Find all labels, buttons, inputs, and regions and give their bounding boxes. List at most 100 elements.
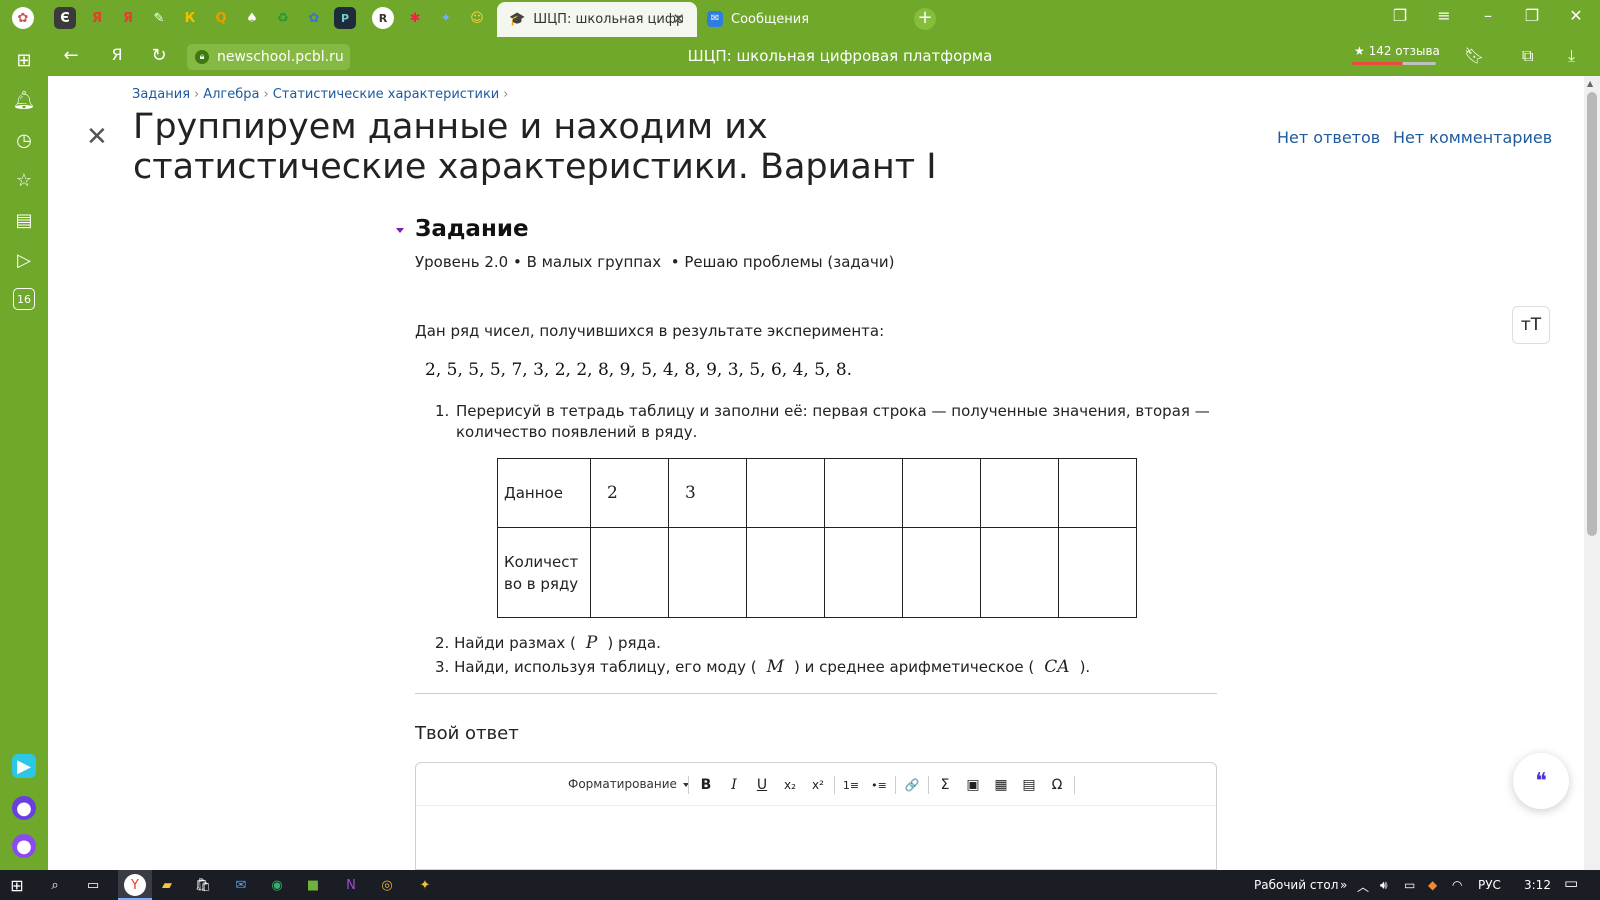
list-item-text: Найди, используя таблицу, его моду ( xyxy=(454,658,757,676)
breadcrumb-item[interactable]: Алгебра xyxy=(203,87,259,102)
tray-expand-icon[interactable]: ︿ xyxy=(1357,878,1369,895)
store-icon[interactable]: 🛍︎ xyxy=(192,874,214,896)
number-series: 2, 5, 5, 5, 7, 3, 2, 2, 8, 9, 5, 4, 8, 9… xyxy=(425,360,853,380)
tab-messages[interactable]: ✉ Сообщения xyxy=(707,5,897,33)
fox-app-icon[interactable]: ◆ xyxy=(1428,878,1437,892)
calendar-icon[interactable]: 16 xyxy=(13,288,35,310)
start-windows-icon[interactable]: ⊞ xyxy=(6,874,28,896)
pinned-tab-flower-icon[interactable]: ✿ xyxy=(303,7,325,29)
pinned-tab-r-icon[interactable]: R xyxy=(372,7,394,29)
numbered-list-button[interactable]: 1≡ xyxy=(840,774,862,796)
pinned-tab-pen-icon[interactable]: ✎ xyxy=(148,7,170,29)
breadcrumb-item[interactable]: Задания xyxy=(132,87,190,102)
pinned-tab-apps-icon[interactable]: ✱ xyxy=(404,7,426,29)
table-button[interactable]: ▦ xyxy=(990,774,1012,796)
bold-button[interactable]: B xyxy=(695,774,717,796)
yandex-browser-icon[interactable]: Y xyxy=(124,874,146,896)
minimize-icon[interactable]: – xyxy=(1476,6,1500,25)
bookmark-icon[interactable]: 🔖︎ xyxy=(1464,46,1484,65)
pinned-tab-yandex-icon[interactable]: Я xyxy=(86,7,108,29)
video-play-icon[interactable]: ▷ xyxy=(12,248,36,272)
format-dropdown[interactable]: Форматирование xyxy=(568,777,689,791)
link-button[interactable]: 🔗 xyxy=(901,774,923,796)
clock[interactable]: 3:12 xyxy=(1524,878,1551,892)
app-green-icon[interactable]: ◉ xyxy=(266,874,288,896)
yandex-home-icon[interactable]: Я xyxy=(104,45,130,64)
pinned-tab-smile-icon[interactable]: ☺ xyxy=(466,7,488,29)
pinned-tab-search-icon[interactable]: Q xyxy=(210,7,232,29)
close-window-icon[interactable]: ✕ xyxy=(1564,6,1588,25)
underline-button[interactable]: U xyxy=(751,774,773,796)
close-tab-icon[interactable]: ✕ xyxy=(672,10,685,28)
scroll-up-arrow-icon[interactable]: ▲ xyxy=(1587,79,1593,88)
apps-grid-icon[interactable]: ⊞ xyxy=(12,48,36,72)
collections-icon[interactable]: ▤ xyxy=(12,208,36,232)
app-dark-icon[interactable]: ✦ xyxy=(414,874,436,896)
horizontal-line-button[interactable]: ▤ xyxy=(1018,774,1040,796)
reload-icon[interactable]: ↻ xyxy=(146,45,172,66)
history-clock-icon[interactable]: ◷ xyxy=(12,128,36,152)
minecraft-icon[interactable]: ■ xyxy=(302,874,324,896)
pinned-tab-star-icon[interactable]: ✦ xyxy=(435,7,457,29)
special-char-button[interactable]: Ω xyxy=(1046,774,1068,796)
pinned-tab-p-icon[interactable]: Р xyxy=(334,7,356,29)
search-icon[interactable]: ⌕ xyxy=(44,874,66,896)
toolbar-separator xyxy=(1074,776,1075,794)
back-arrow-icon[interactable]: ← xyxy=(58,45,84,66)
restore-icon[interactable]: ❐ xyxy=(1520,6,1544,25)
comments-link[interactable]: Нет комментариев xyxy=(1393,128,1552,147)
desktop-label[interactable]: Рабочий стол xyxy=(1254,878,1338,892)
chrome-icon[interactable]: ◎ xyxy=(376,874,398,896)
notifications-icon[interactable]: ▭ xyxy=(1564,874,1578,892)
answers-link[interactable]: Нет ответов xyxy=(1277,128,1380,147)
chat-button[interactable]: ❝ xyxy=(1513,753,1569,809)
menu-icon[interactable]: ≡ xyxy=(1432,6,1456,25)
mail-icon[interactable]: ✉ xyxy=(230,874,252,896)
assistant-app-icon[interactable]: ● xyxy=(12,834,36,858)
wifi-icon[interactable]: ◠ xyxy=(1452,878,1462,892)
new-tab-button[interactable]: + xyxy=(914,8,936,30)
url-field[interactable]: 🔒︎ newschool.pcbl.ru xyxy=(187,44,350,70)
alice-app-icon[interactable]: ● xyxy=(12,796,36,820)
task-view-icon[interactable]: ▭ xyxy=(82,874,104,896)
superscript-button[interactable]: x² xyxy=(807,774,829,796)
language-indicator[interactable]: РУС xyxy=(1478,878,1501,892)
subscript-button[interactable]: x₂ xyxy=(779,774,801,796)
file-explorer-icon[interactable]: ▰ xyxy=(156,874,178,896)
bulleted-list-button[interactable]: •≡ xyxy=(868,774,890,796)
table-cell-text: во в ряду xyxy=(504,574,579,593)
notifications-bell-icon[interactable]: 🔔︎ xyxy=(12,88,36,112)
pinned-tab-k-icon[interactable]: К xyxy=(179,7,201,29)
scrollbar-thumb[interactable] xyxy=(1587,92,1597,536)
formula-button[interactable]: Σ xyxy=(934,774,956,796)
table-cell xyxy=(902,527,981,618)
messenger-app-icon[interactable]: ▶ xyxy=(12,754,36,778)
pinned-tab-game-icon[interactable]: ♠ xyxy=(241,7,263,29)
text-size-button[interactable]: ᴛT xyxy=(1512,306,1550,344)
breadcrumb: Задания › Алгебра › Статистические характе… xyxy=(132,87,508,102)
collapse-caret-icon[interactable] xyxy=(396,228,404,233)
battery-icon[interactable]: ▭ xyxy=(1404,878,1415,892)
breadcrumb-item[interactable]: Статистические характеристики xyxy=(273,87,500,102)
table-cell: Количест во в ряду xyxy=(497,527,591,618)
bookmarks-collection-icon[interactable]: ❐ xyxy=(1388,6,1412,25)
browser-profile-icon[interactable]: ✿ xyxy=(12,7,34,29)
tab-active[interactable]: 🎓 ШЦП: школьная цифровая платформа ✕ xyxy=(497,2,697,37)
volume-icon[interactable]: 🔊︎ xyxy=(1380,878,1388,893)
bookmarks-star-icon[interactable]: ☆ xyxy=(12,168,36,192)
onenote-icon[interactable]: N xyxy=(340,874,362,896)
pinned-tab-icon[interactable]: Є xyxy=(54,7,76,29)
pinned-tab-yandex-icon[interactable]: Я xyxy=(117,7,139,29)
italic-button[interactable]: I xyxy=(723,774,745,796)
table-cell xyxy=(902,458,981,528)
task-meta: Уровень 2.0 • В малых группах • Решаю пр… xyxy=(415,253,895,271)
close-icon[interactable]: ✕ xyxy=(86,122,108,152)
desktop-chevron-icon[interactable]: » xyxy=(1340,878,1347,892)
pinned-tab-recycle-icon[interactable]: ♻ xyxy=(272,7,294,29)
lock-icon: 🔒︎ xyxy=(195,50,209,64)
download-icon[interactable]: ⤓ xyxy=(1568,46,1575,66)
tab-collections-icon[interactable]: ⧉ xyxy=(1522,46,1533,66)
reviews-badge[interactable]: ★ 142 отзыва xyxy=(1354,44,1440,58)
answer-editor[interactable]: Форматирование B I U x₂ x² 1≡ •≡ 🔗 Σ ▣ ▦… xyxy=(415,762,1217,870)
image-button[interactable]: ▣ xyxy=(962,774,984,796)
